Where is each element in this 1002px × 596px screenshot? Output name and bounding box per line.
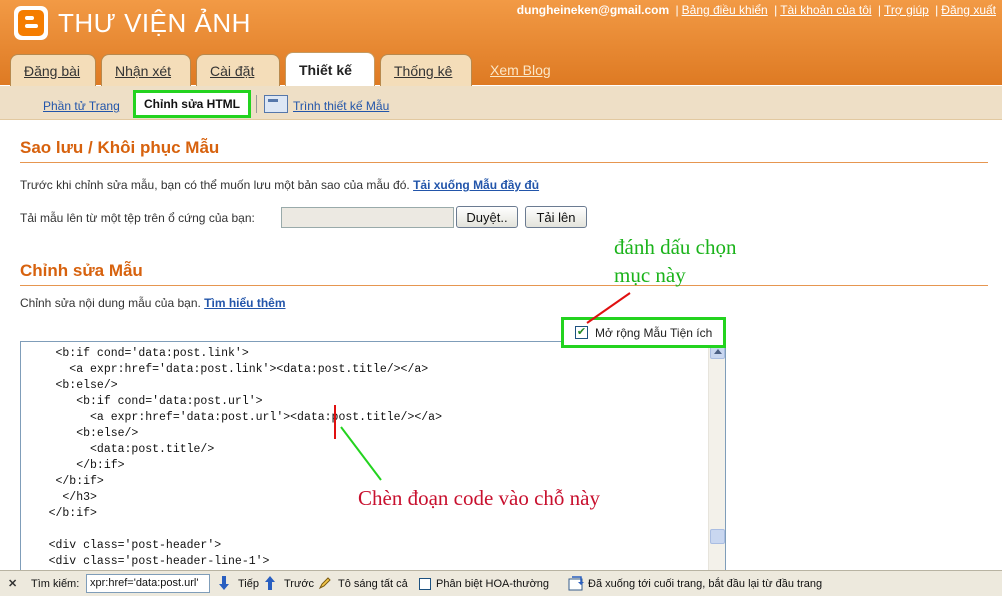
find-prev-button[interactable]: Trước xyxy=(284,578,314,590)
scroll-thumb[interactable] xyxy=(710,529,725,544)
expand-widgets-label: Mở rộng Mẫu Tiện ích xyxy=(595,326,713,340)
highlight-all-button[interactable]: Tô sáng tất cả xyxy=(338,578,408,590)
check-annotation: đánh dấu chọn mục này xyxy=(614,233,736,289)
user-email: dungheineken@gmail.com xyxy=(516,3,670,17)
editor-scrollbar[interactable] xyxy=(708,342,725,570)
subnav-edit-html[interactable]: Chỉnh sửa HTML xyxy=(133,90,251,118)
subnav-divider xyxy=(256,95,257,113)
sign-out-link[interactable]: Đăng xuất xyxy=(941,3,996,17)
download-template-link[interactable]: Tải xuống Mẫu đầy đủ xyxy=(413,178,539,192)
upload-button[interactable]: Tải lên xyxy=(525,206,587,228)
template-file-input[interactable] xyxy=(281,207,454,228)
find-next-button[interactable]: Tiếp xyxy=(238,578,259,590)
my-account-link[interactable]: Tài khoản của tôi xyxy=(780,3,871,17)
insert-annotation: Chèn đoạn code vào chỗ này xyxy=(358,486,601,510)
code-line[interactable]: <b:if cond='data:post.url'> xyxy=(21,394,707,410)
find-input[interactable]: xpr:href='data:post.url' xyxy=(86,574,210,593)
tab-stats[interactable]: Thống kê xyxy=(380,54,472,86)
template-code-editor[interactable]: <b:if cond='data:post.link'> <a expr:hre… xyxy=(20,341,726,571)
subnav-template-designer[interactable]: Trình thiết kế Mẫu xyxy=(293,99,389,113)
page: THƯ VIỆN ẢNH dungheineken@gmail.com | Bản… xyxy=(0,0,1002,596)
match-case-label: Phân biệt HOA-thường xyxy=(436,578,550,590)
backup-divider xyxy=(20,162,988,163)
code-line[interactable]: <b:else/> xyxy=(21,426,707,442)
code-line[interactable]: <a expr:href='data:post.url'><data:post.… xyxy=(21,410,707,426)
code-line[interactable]: </b:if> xyxy=(21,458,707,474)
code-line[interactable]: <data:post.title/> xyxy=(21,442,707,458)
edit-divider xyxy=(20,285,988,286)
edit-section-title: Chỉnh sửa Mẫu xyxy=(20,261,143,280)
tab-comments[interactable]: Nhận xét xyxy=(101,54,191,86)
template-code[interactable]: <b:if cond='data:post.link'> <a expr:hre… xyxy=(21,346,707,570)
find-bar: ✕ Tìm kiếm: xpr:href='data:post.url' Tiế… xyxy=(0,570,1002,596)
blogger-header: THƯ VIỆN ẢNH dungheineken@gmail.com | Bản… xyxy=(0,0,1002,86)
upload-label: Tải mẫu lên từ một tệp trên ổ cứng của b… xyxy=(20,211,255,225)
code-line[interactable]: <b:if cond='data:post.link'> xyxy=(21,346,707,362)
browse-button[interactable]: Duyệt.. xyxy=(456,206,518,228)
help-link[interactable]: Trợ giúp xyxy=(884,3,929,17)
backup-description-row: Trước khi chỉnh sửa mẫu, bạn có thể muốn… xyxy=(20,178,539,192)
wrap-around-icon xyxy=(568,576,584,591)
check-annotation-line-1: đánh dấu chọn xyxy=(614,235,737,259)
expand-widgets-option[interactable]: ✔ Mở rộng Mẫu Tiện ích xyxy=(561,317,726,348)
find-status: Đã xuống tới cuối trang, bắt đầu lại từ … xyxy=(588,578,823,590)
code-line[interactable]: <b:else/> xyxy=(21,378,707,394)
highlighter-icon[interactable] xyxy=(318,577,332,590)
blogger-logo-icon[interactable] xyxy=(14,6,48,40)
learn-more-link[interactable]: Tìm hiểu thêm xyxy=(204,296,285,310)
match-case-checkbox[interactable] xyxy=(419,578,431,590)
arrow-up-icon[interactable] xyxy=(265,576,275,590)
arrow-down-icon[interactable] xyxy=(219,576,229,590)
top-nav: dungheineken@gmail.com | Bảng điều khiển … xyxy=(516,3,996,17)
tab-view-blog[interactable]: Xem Blog xyxy=(477,54,564,86)
code-line[interactable] xyxy=(21,522,707,538)
blog-title: THƯ VIỆN ẢNH xyxy=(58,8,251,38)
expand-widgets-checkbox[interactable]: ✔ xyxy=(575,326,588,339)
tab-settings[interactable]: Cài đặt xyxy=(196,54,280,86)
subnav-page-elements[interactable]: Phần tử Trang xyxy=(43,99,120,113)
dashboard-link[interactable]: Bảng điều khiển xyxy=(682,3,768,17)
edit-description-row: Chỉnh sửa nội dung mẫu của bạn. Tìm hiểu… xyxy=(20,296,286,310)
check-annotation-line-2: mục này xyxy=(614,263,686,287)
tab-posting[interactable]: Đăng bài xyxy=(10,54,96,86)
insert-position-marker xyxy=(334,405,336,439)
code-line[interactable]: <div class='post-header'> xyxy=(21,538,707,554)
design-subnav: Phần tử Trang Chỉnh sửa HTML Trình thiết… xyxy=(0,86,1002,120)
code-line[interactable]: <div class='post-header-line-1'> xyxy=(21,554,707,570)
close-icon[interactable]: ✕ xyxy=(8,577,17,590)
main-tabs: Đăng bài Nhận xét Cài đặt Thiết kế Thống… xyxy=(10,52,569,86)
backup-description: Trước khi chỉnh sửa mẫu, bạn có thể muốn… xyxy=(20,178,410,192)
backup-section-title: Sao lưu / Khôi phục Mẫu xyxy=(20,138,220,157)
find-label: Tìm kiếm: xyxy=(31,578,80,590)
edit-description: Chỉnh sửa nội dung mẫu của bạn. xyxy=(20,296,201,310)
template-designer-icon[interactable] xyxy=(264,95,288,113)
tab-design[interactable]: Thiết kế xyxy=(285,52,375,86)
code-line[interactable]: <a expr:href='data:post.link'><data:post… xyxy=(21,362,707,378)
